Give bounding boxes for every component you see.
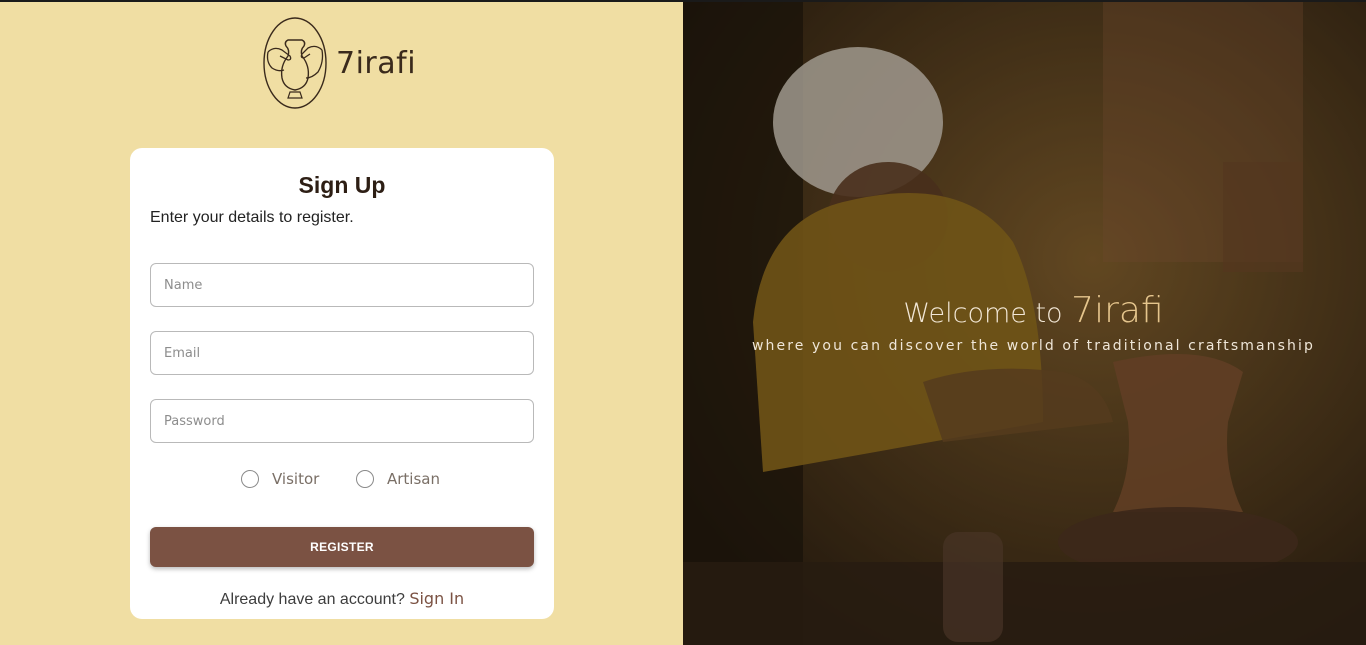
signup-title: Sign Up: [298, 172, 386, 198]
hero-welcome: Welcome to 7irafi: [683, 290, 1366, 331]
email-input[interactable]: [150, 331, 534, 375]
signin-prompt-row: Already have an account? Sign In: [130, 589, 554, 609]
password-input[interactable]: [150, 399, 534, 443]
visitor-radio-label[interactable]: Visitor: [272, 470, 332, 488]
signin-prompt-text: Already have an account?: [219, 591, 405, 608]
name-input[interactable]: [150, 263, 534, 307]
pottery-hands-logo-icon: [263, 17, 327, 109]
register-button[interactable]: REGISTER: [150, 527, 534, 567]
hero-panel: Welcome to 7irafi where you can discover…: [683, 2, 1366, 645]
artisan-radio-label[interactable]: Artisan: [387, 470, 447, 488]
brand: 7irafi: [262, 16, 416, 110]
role-selector: Visitor Artisan: [241, 470, 447, 488]
signup-card: Sign Up Enter your details to register. …: [130, 148, 554, 619]
hero-brand-text: 7irafi: [1071, 290, 1164, 331]
hero-tagline: where you can discover the world of trad…: [752, 338, 1315, 354]
hero-welcome-text: Welcome to: [903, 298, 1063, 329]
signin-link[interactable]: Sign In: [409, 589, 464, 608]
signup-page: 7irafi Sign Up Enter your details to reg…: [0, 0, 1366, 645]
visitor-radio-button[interactable]: [241, 470, 259, 488]
brand-name: 7irafi: [336, 45, 417, 81]
signup-panel: 7irafi Sign Up Enter your details to reg…: [0, 2, 683, 645]
visitor-radio-option[interactable]: Visitor: [241, 470, 332, 488]
artisan-radio-option[interactable]: Artisan: [356, 470, 447, 488]
signup-subtitle: Enter your details to register.: [150, 209, 354, 226]
artisan-radio-button[interactable]: [356, 470, 374, 488]
